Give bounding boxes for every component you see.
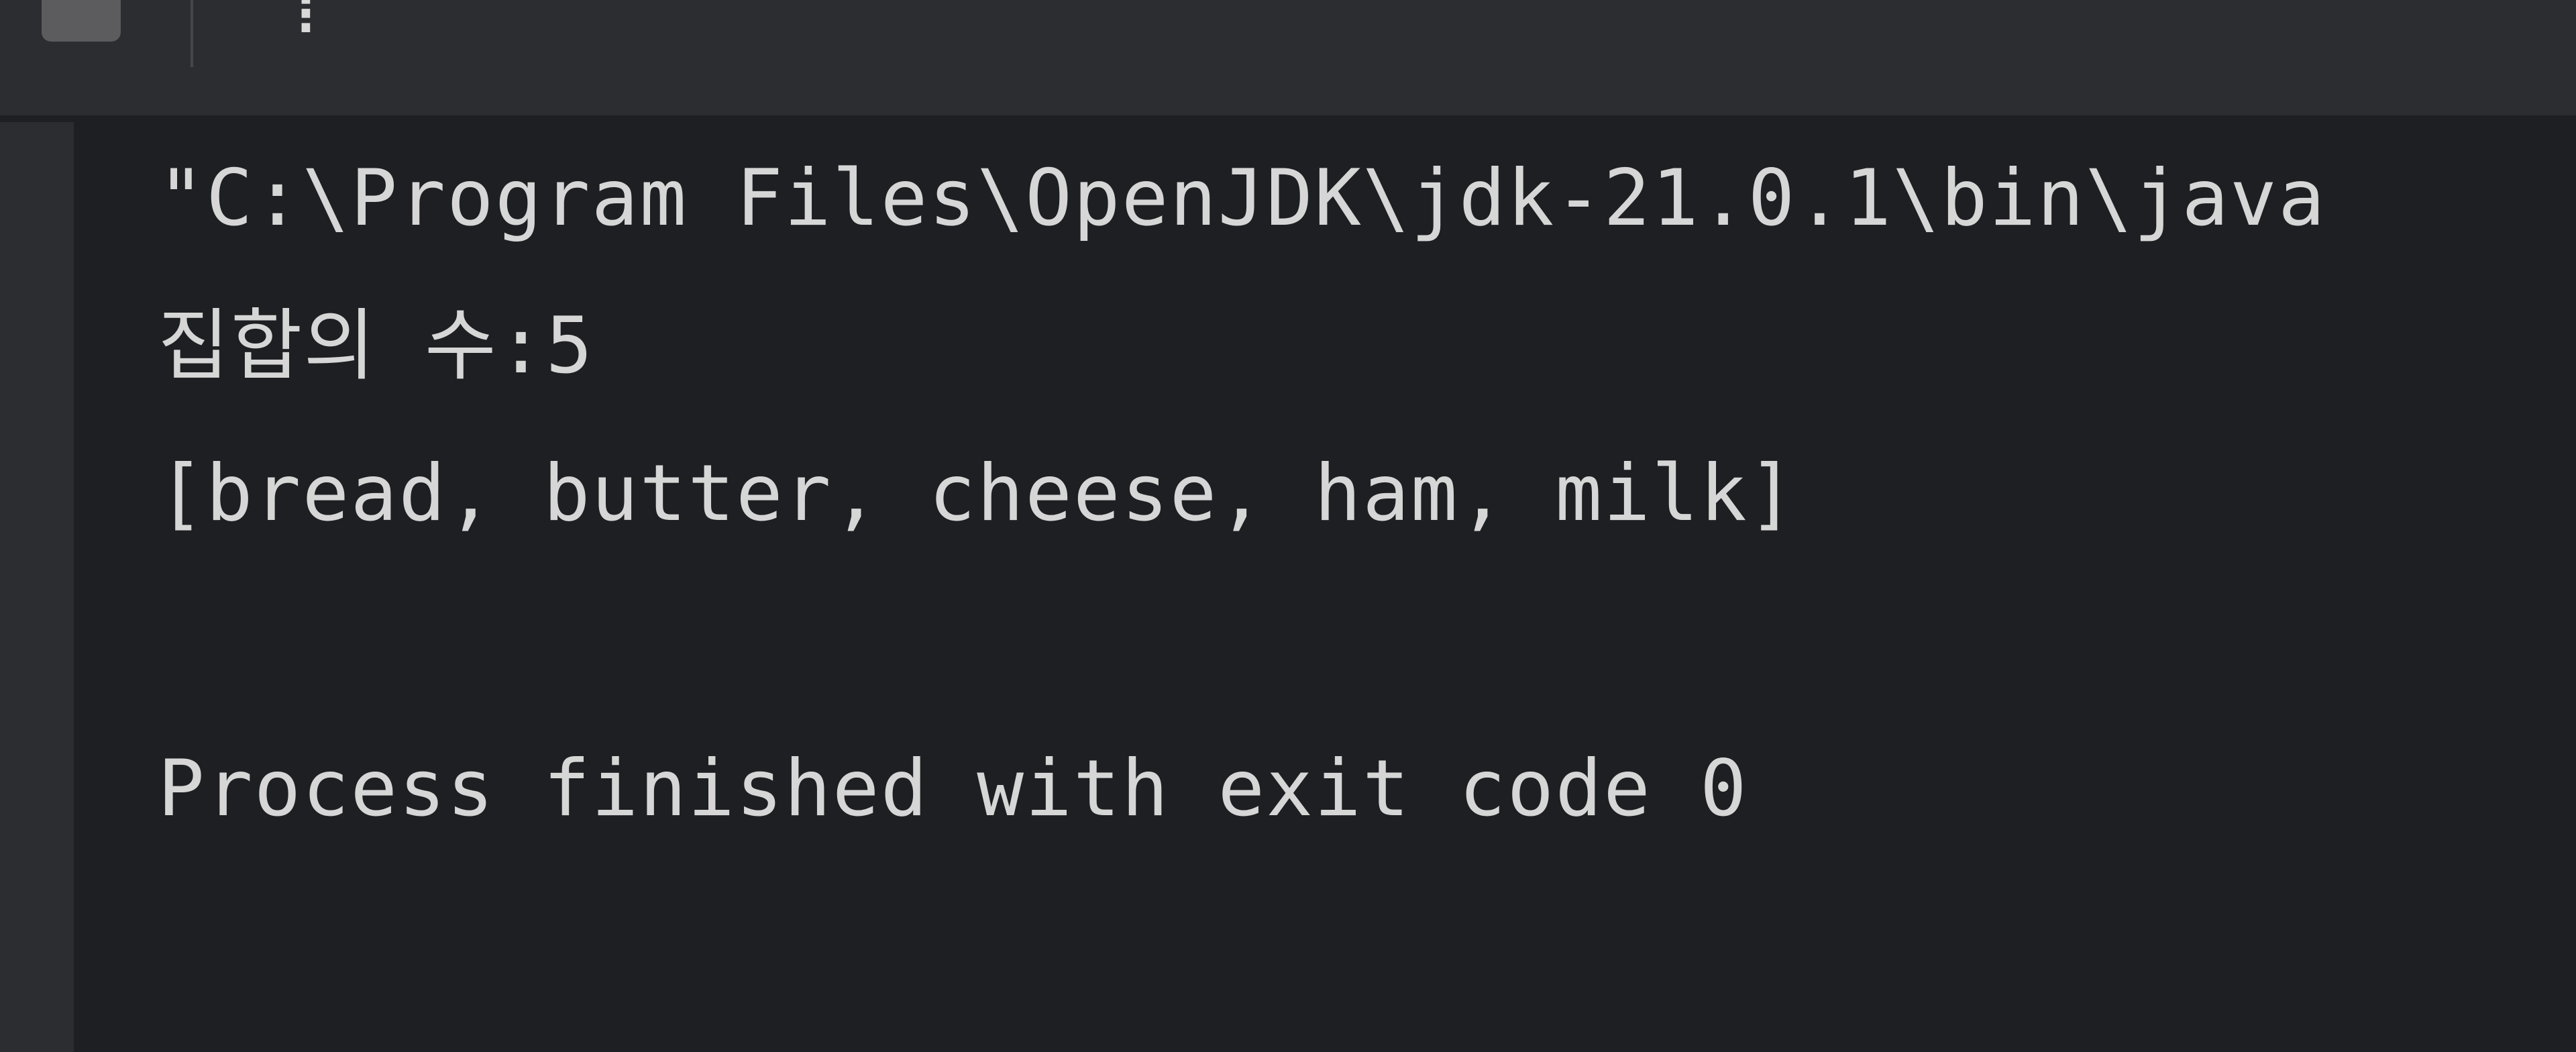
more-vertical-icon[interactable]: ⋮ bbox=[282, 0, 330, 54]
console-line-set-count: 집합의 수:5 bbox=[158, 301, 594, 391]
console-line-command: "C:\Program Files\OpenJDK\jdk-21.0.1\bin… bbox=[158, 153, 2326, 244]
stop-icon[interactable] bbox=[42, 0, 121, 42]
console-line-exit-status: Process finished with exit code 0 bbox=[158, 743, 1748, 834]
console-gutter bbox=[0, 122, 74, 1052]
run-toolbar: ⋮ bbox=[0, 0, 2576, 117]
console-line-set-contents: [bread, butter, cheese, ham, milk] bbox=[158, 448, 1796, 539]
console-output[interactable]: "C:\Program Files\OpenJDK\jdk-21.0.1\bin… bbox=[74, 122, 2576, 1052]
toolbar-divider bbox=[191, 0, 193, 67]
